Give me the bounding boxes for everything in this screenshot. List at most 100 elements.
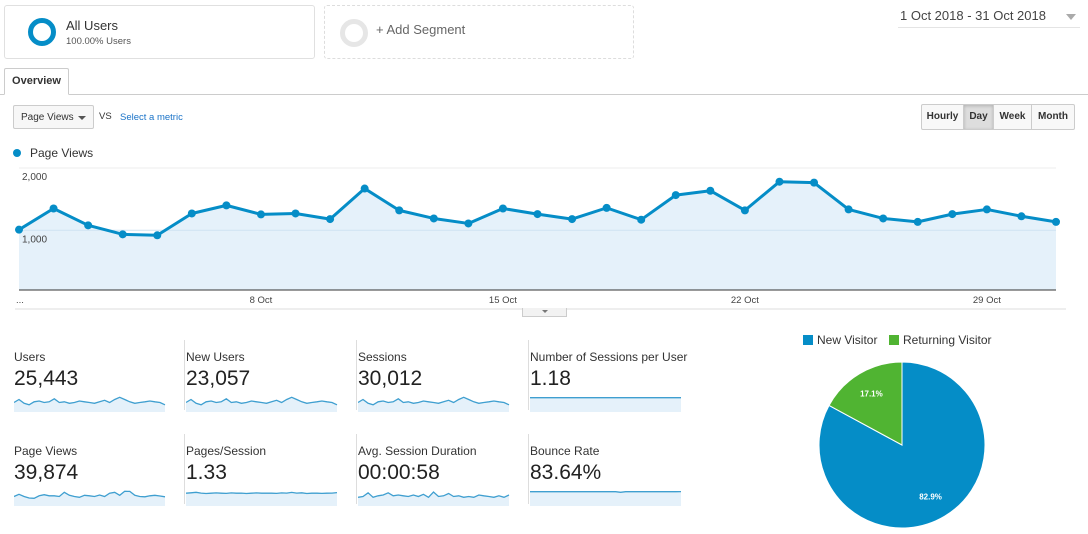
data-point[interactable] [187, 209, 196, 218]
data-point[interactable] [671, 191, 680, 200]
data-point[interactable] [810, 178, 819, 187]
metric-tile-new-users[interactable]: New Users 23,057 [186, 340, 357, 420]
sparkline-area [14, 397, 165, 412]
metric-tile-users[interactable]: Users 25,443 [14, 340, 185, 420]
data-point[interactable] [844, 205, 853, 214]
tile-divider [528, 340, 529, 410]
data-point[interactable] [1052, 217, 1060, 226]
returning-visitor-swatch-icon [889, 335, 899, 345]
metric-value: 30,012 [358, 367, 423, 390]
tile-divider [356, 434, 357, 504]
sparkline-area [530, 491, 681, 506]
metric-sparkline [358, 491, 510, 506]
select-metric-link[interactable]: Select a metric [120, 112, 183, 123]
empty-segment-ring-icon [340, 19, 368, 47]
metric-value: 23,057 [186, 367, 251, 390]
data-point[interactable] [948, 210, 957, 219]
metric-tile-bounce-rate[interactable]: Bounce Rate 83.64% [530, 434, 701, 514]
metric-tile-pages-session[interactable]: Pages/Session 1.33 [186, 434, 357, 514]
granularity-week-button[interactable]: Week [993, 104, 1032, 130]
metric-select[interactable]: Page Views [13, 105, 94, 129]
data-point[interactable] [360, 184, 369, 193]
data-point[interactable] [602, 203, 611, 212]
granularity-day-button[interactable]: Day [963, 104, 994, 130]
caret-down-icon [542, 310, 548, 313]
data-point[interactable] [913, 217, 922, 226]
tab-overview[interactable]: Overview [4, 68, 69, 95]
data-point[interactable] [775, 177, 784, 186]
metric-label: Bounce Rate [530, 444, 600, 458]
x-tick-label: 29 Oct [973, 295, 1001, 306]
tile-divider [356, 340, 357, 410]
chart-collapse-handle[interactable] [522, 308, 567, 317]
sparkline-area [358, 397, 509, 412]
date-range-label: 1 Oct 2018 - 31 Oct 2018 [900, 8, 1046, 23]
data-point[interactable] [429, 214, 438, 223]
metric-sparkline [14, 490, 166, 506]
vs-label: VS [99, 111, 112, 122]
tile-divider [184, 340, 185, 410]
data-point[interactable] [533, 210, 542, 219]
granularity-month-button[interactable]: Month [1031, 104, 1075, 130]
data-point[interactable] [49, 204, 58, 213]
data-point[interactable] [982, 205, 991, 214]
data-point[interactable] [395, 206, 404, 215]
add-segment-button[interactable]: + Add Segment [324, 5, 634, 59]
data-point[interactable] [256, 210, 265, 219]
metric-value: 83.64% [530, 461, 602, 484]
sparkline-line [530, 490, 682, 493]
data-point[interactable] [464, 219, 473, 228]
data-point[interactable] [84, 221, 93, 230]
metric-sparkline [186, 491, 338, 506]
x-tick-label: 22 Oct [731, 295, 759, 306]
y-tick-label: 1,000 [22, 234, 47, 245]
tile-divider [184, 434, 185, 504]
tile-divider [528, 434, 529, 504]
sparkline-area [186, 397, 337, 412]
data-point[interactable] [740, 206, 749, 215]
new-visitor-swatch-icon [803, 335, 813, 345]
data-point[interactable] [706, 186, 715, 195]
sparkline-area [358, 492, 509, 506]
data-point[interactable] [291, 209, 300, 218]
data-point[interactable] [118, 230, 127, 239]
metric-tile-avg-session-duration[interactable]: Avg. Session Duration 00:00:58 [358, 434, 529, 514]
granularity-hourly-button[interactable]: Hourly [921, 104, 964, 130]
add-segment-label: + Add Segment [376, 22, 466, 37]
data-point[interactable] [568, 215, 577, 224]
metric-sparkline [186, 396, 338, 412]
sparkline-area [186, 492, 337, 506]
segment-subtitle: 100.00% Users [66, 36, 131, 47]
metric-value: 1.33 [186, 461, 227, 484]
data-point[interactable] [15, 225, 23, 234]
metric-sparkline [530, 490, 682, 506]
segment-title: All Users [66, 18, 119, 33]
metric-tile-page-views[interactable]: Page Views 39,874 [14, 434, 185, 514]
data-point[interactable] [637, 215, 646, 224]
data-point[interactable] [1017, 212, 1026, 221]
data-point[interactable] [326, 215, 335, 224]
legend-label: New Visitor [817, 333, 878, 347]
data-point[interactable] [498, 204, 507, 213]
chart-legend-label: Page Views [30, 146, 94, 160]
metric-tile-number-of-sessions-per-user[interactable]: Number of Sessions per User 1.18 [530, 340, 701, 420]
sparkline-line [186, 491, 338, 495]
x-tick-label: 8 Oct [250, 295, 273, 306]
metric-label: Pages/Session [186, 444, 267, 458]
x-tick-label: 15 Oct [489, 295, 517, 306]
metric-sparkline [14, 396, 166, 412]
chevron-down-icon [1066, 14, 1076, 20]
page-views-chart: 2,000 1,000... 8 Oct 15 Oct 22 Oct 29 Oct [15, 167, 1066, 310]
data-point[interactable] [222, 201, 231, 210]
metric-label: New Users [186, 350, 245, 364]
legend-label: Returning Visitor [903, 333, 992, 347]
pie-legend-new-visitor: New Visitor [803, 333, 877, 347]
date-range-picker[interactable]: 1 Oct 2018 - 31 Oct 2018 [898, 8, 1080, 28]
data-point[interactable] [153, 231, 162, 240]
metric-tile-sessions[interactable]: Sessions 30,012 [358, 340, 529, 420]
metric-sparkline [358, 396, 510, 412]
segment-all-users[interactable]: All Users 100.00% Users [4, 5, 315, 59]
metric-select-value: Page Views [21, 112, 74, 123]
metric-label: Sessions [358, 350, 407, 364]
data-point[interactable] [879, 214, 888, 223]
